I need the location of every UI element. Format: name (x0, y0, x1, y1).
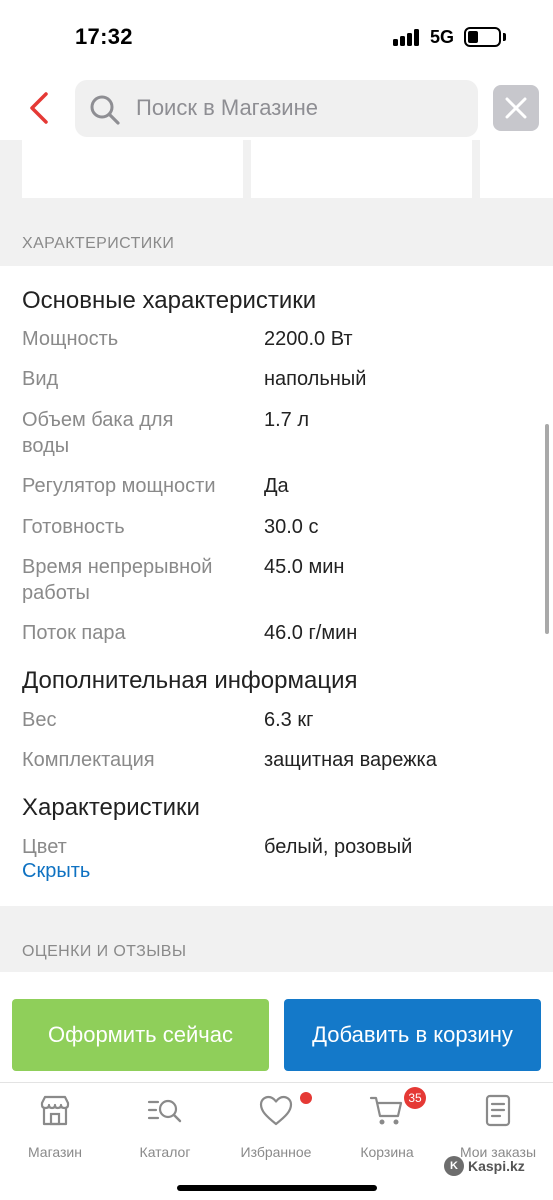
spec-value: защитная варежка (264, 749, 437, 771)
spec-name: Цвет (22, 836, 67, 858)
network-label: 5G (430, 27, 455, 47)
add-to-cart-button[interactable]: Добавить в корзину (284, 999, 541, 1071)
watermark-text: Kaspi.kz (468, 1158, 525, 1174)
battery-tip (503, 33, 506, 41)
characteristics-section-header: ХАРАКТЕРИСТИКИ (0, 199, 553, 266)
checkout-now-button[interactable]: Оформить сейчас (12, 999, 269, 1071)
search-placeholder: Поиск в Магазине (136, 95, 318, 120)
spec-name: Поток пара (22, 622, 126, 644)
spec-value: 2200.0 Вт (264, 328, 353, 350)
spec-value: 1.7 л (264, 409, 310, 431)
spec-name: Объем бака для воды (22, 409, 174, 457)
spec-group-title: Характеристики (22, 794, 200, 821)
tab-label: Избранное (240, 1144, 312, 1160)
home-indicator (177, 1185, 377, 1191)
spec-name: Время непрерывной работы (22, 556, 213, 604)
cart-count-badge: 35 (404, 1087, 426, 1109)
spec-group-title: Основные характеристики (22, 287, 317, 314)
hide-specs-link[interactable]: Скрыть (22, 860, 90, 883)
close-icon (505, 97, 527, 119)
tab-label: Магазин (27, 1144, 82, 1160)
signal-icon (393, 28, 423, 46)
reviews-header: ОЦЕНКИ И ОТЗЫВЫ (22, 943, 187, 960)
spec-value: 30.0 с (264, 516, 319, 538)
spec-value: напольный (264, 368, 367, 390)
action-bar: Оформить сейчас Добавить в корзину (0, 972, 553, 1082)
tab-bar: Магазин Каталог Избранное Корзина 35 Мои… (0, 1082, 553, 1200)
spec-value: 6.3 кг (264, 709, 314, 731)
spec-name: Готовность (22, 516, 125, 538)
spec-name: Вид (22, 368, 59, 390)
favorites-notification-dot (300, 1092, 312, 1104)
spec-value: Да (264, 475, 289, 497)
tab-catalog[interactable]: Каталог (110, 1093, 220, 1163)
spec-name: Вес (22, 709, 57, 731)
kaspi-watermark: K Kaspi.kz (444, 1155, 525, 1177)
thumbnail-card[interactable] (251, 140, 472, 198)
spec-name: Комплектация (22, 749, 155, 771)
tab-favorites[interactable]: Избранное (221, 1093, 331, 1163)
cart-icon (369, 1096, 403, 1125)
tab-label: Корзина (360, 1144, 414, 1160)
tab-orders[interactable]: Мои заказы (443, 1093, 553, 1163)
spec-value: 45.0 мин (264, 556, 345, 578)
reviews-section-header: ОЦЕНКИ И ОТЗЫВЫ (0, 906, 553, 972)
tab-shop[interactable]: Магазин (0, 1093, 110, 1163)
product-thumbnails (0, 140, 553, 199)
back-button[interactable] (22, 88, 58, 128)
heart-icon (259, 1095, 293, 1126)
kaspi-logo-icon: K (444, 1156, 464, 1176)
clear-search-button[interactable] (493, 85, 539, 131)
tab-label: Каталог (139, 1144, 191, 1160)
scrollbar[interactable] (545, 424, 549, 634)
search-input[interactable]: Поиск в Магазине (75, 80, 478, 137)
spec-value: 46.0 г/мин (264, 622, 358, 644)
characteristics-header: ХАРАКТЕРИСТИКИ (22, 235, 175, 252)
orders-icon (485, 1094, 511, 1127)
specs-panel: Основные характеристики Мощность 2200.0 … (0, 266, 553, 906)
spec-value: белый, розовый (264, 836, 413, 858)
search-icon (90, 95, 120, 125)
catalog-search-icon (147, 1099, 182, 1123)
spec-name: Регулятор мощности (22, 475, 216, 497)
status-bar: 17:32 5G (0, 0, 553, 70)
status-time: 17:32 (75, 24, 133, 49)
search-header: Поиск в Магазине (0, 70, 553, 145)
shop-icon (40, 1095, 70, 1126)
thumbnail-card[interactable] (480, 140, 553, 198)
chevron-left-icon (30, 92, 48, 124)
spec-name: Мощность (22, 328, 119, 350)
thumbnail-card[interactable] (22, 140, 243, 198)
spec-group-title: Дополнительная информация (22, 667, 358, 694)
battery-icon (464, 27, 501, 47)
tab-cart[interactable]: Корзина (332, 1093, 442, 1163)
